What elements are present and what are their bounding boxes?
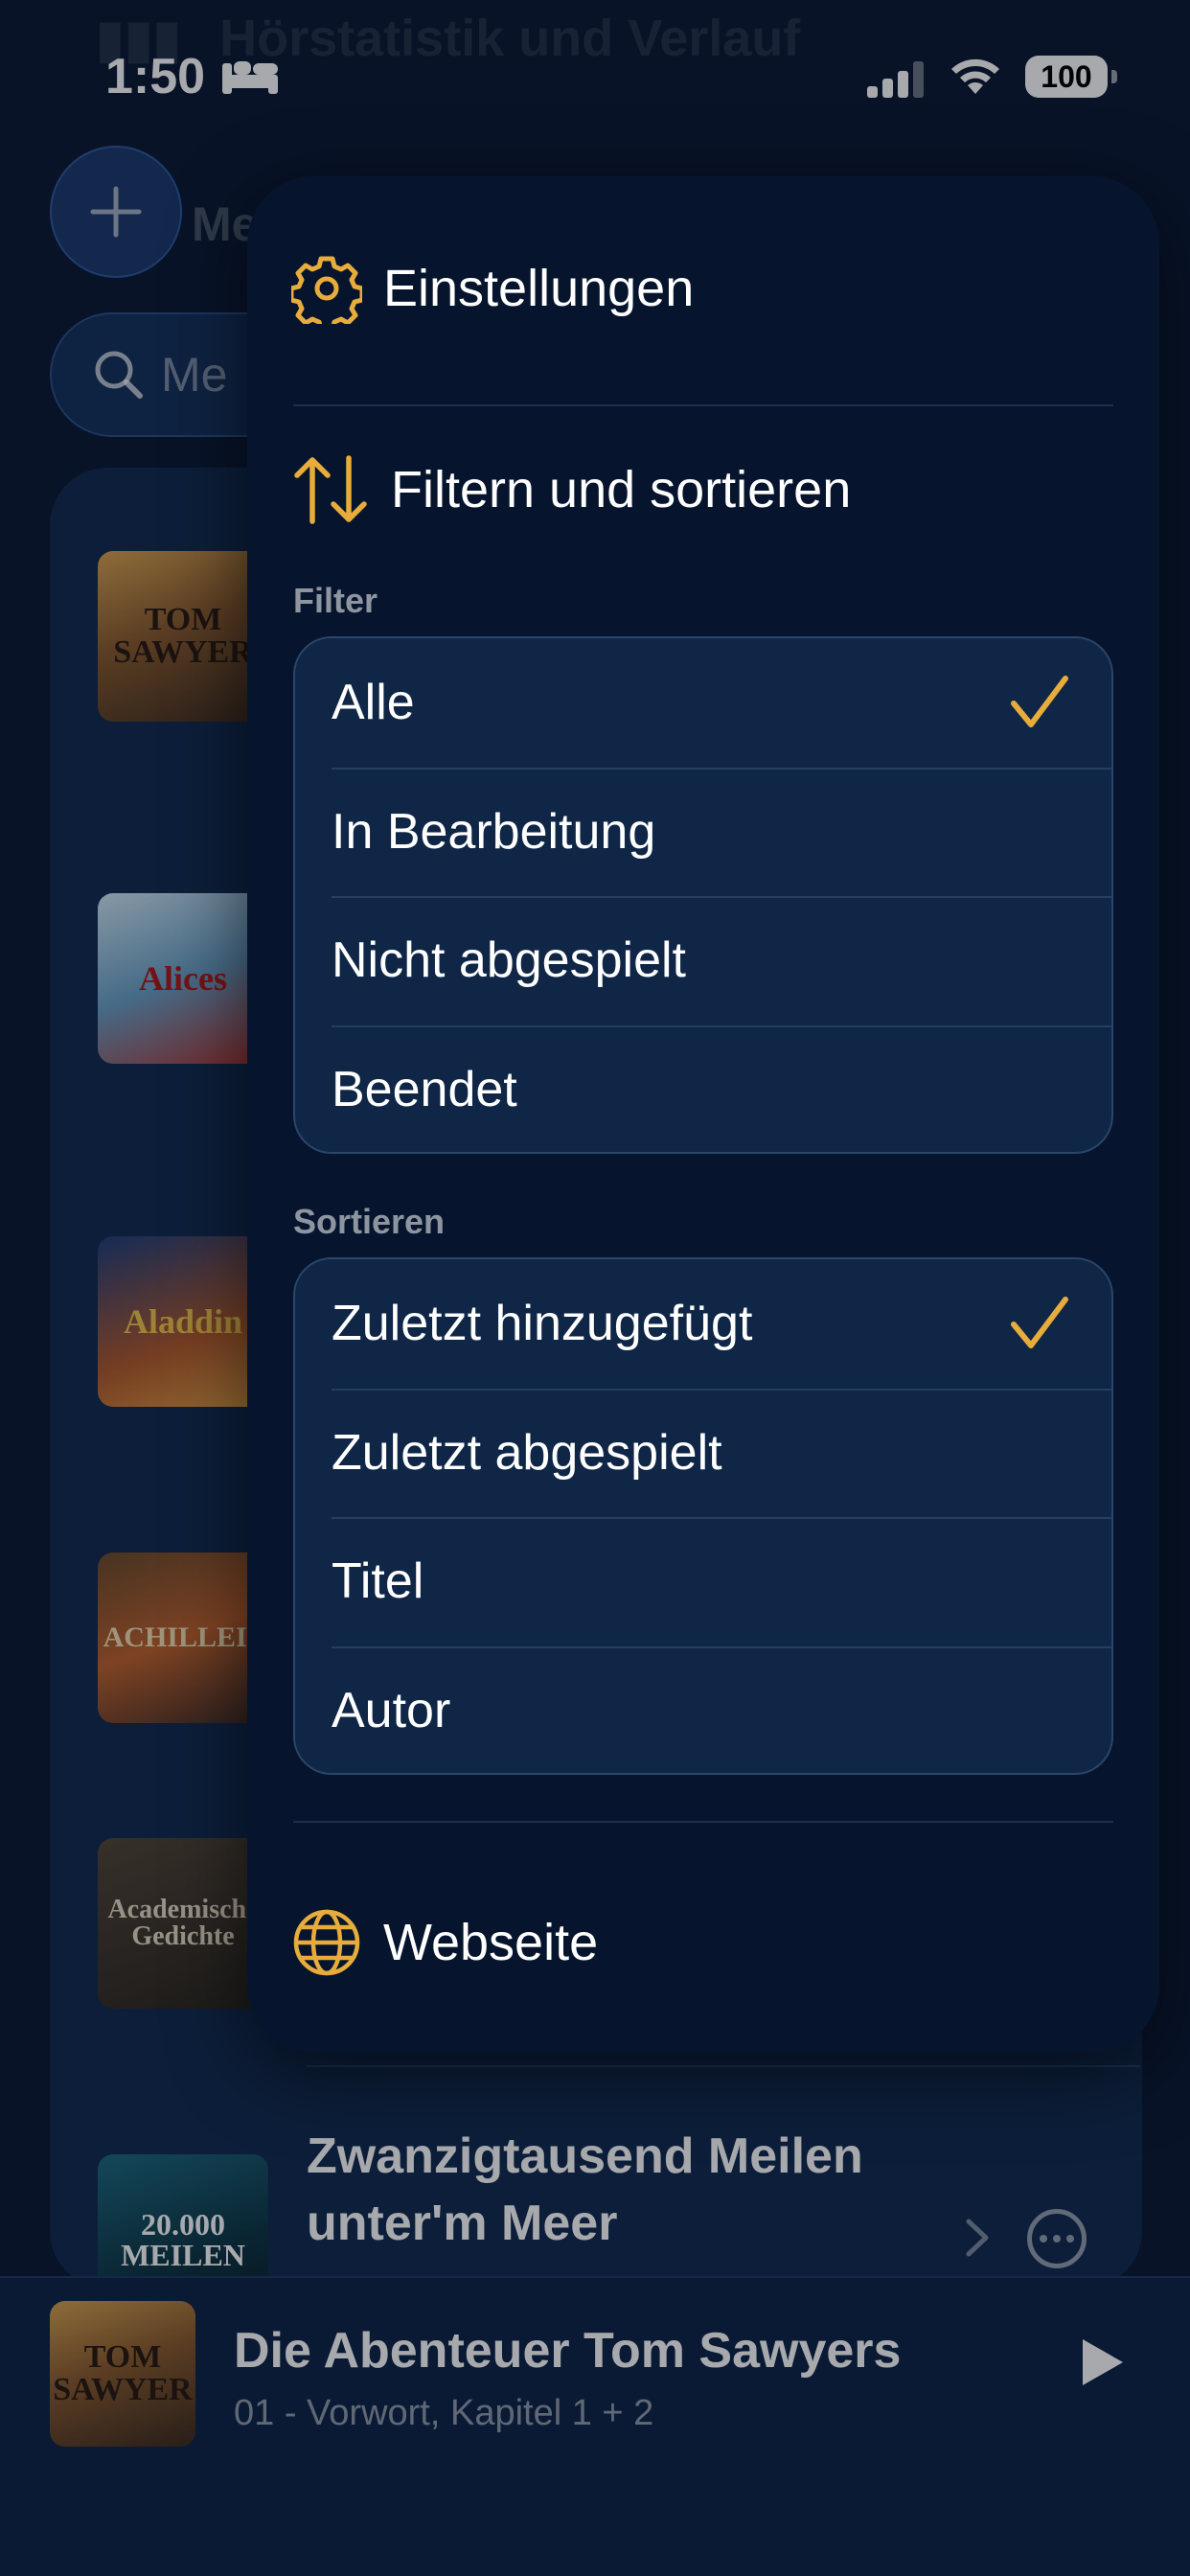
filter-option-alle[interactable]: Alle xyxy=(295,638,1111,768)
sort-section-label: Sortieren xyxy=(293,1202,446,1241)
options-menu: Einstellungen Filtern und sortieren Filt… xyxy=(247,176,1159,2053)
filter-option-beendet[interactable]: Beendet xyxy=(295,1024,1111,1153)
sort-options: Zuletzt hinzugefügt Zuletzt abgespielt T… xyxy=(293,1257,1113,1775)
filter-section-label: Filter xyxy=(293,581,378,620)
sort-option-autor[interactable]: Autor xyxy=(295,1645,1111,1774)
filter-sort-header: Filtern und sortieren xyxy=(291,454,851,525)
sort-arrows-icon xyxy=(294,455,367,524)
gear-icon xyxy=(291,256,362,324)
website-item[interactable]: Webseite xyxy=(291,1907,598,1978)
sort-option-zuletzt-hinzugefuegt[interactable]: Zuletzt hinzugefügt xyxy=(295,1259,1111,1389)
sort-option-zuletzt-abgespielt[interactable]: Zuletzt abgespielt xyxy=(295,1388,1111,1518)
filter-sort-label: Filtern und sortieren xyxy=(391,461,852,518)
website-label: Webseite xyxy=(383,1914,599,1971)
filter-option-in-bearbeitung[interactable]: In Bearbeitung xyxy=(295,767,1111,897)
globe-icon xyxy=(293,1909,360,1976)
sort-option-titel[interactable]: Titel xyxy=(295,1517,1111,1646)
settings-item[interactable]: Einstellungen xyxy=(291,253,694,324)
checkmark-icon xyxy=(1011,676,1068,727)
menu-divider xyxy=(293,404,1113,406)
filter-option-nicht-abgespielt[interactable]: Nicht abgespielt xyxy=(295,896,1111,1025)
checkmark-icon xyxy=(1011,1297,1068,1348)
settings-label: Einstellungen xyxy=(383,260,695,317)
filter-options: Alle In Bearbeitung Nicht abgespielt Bee… xyxy=(293,636,1113,1154)
menu-divider xyxy=(293,1821,1113,1823)
